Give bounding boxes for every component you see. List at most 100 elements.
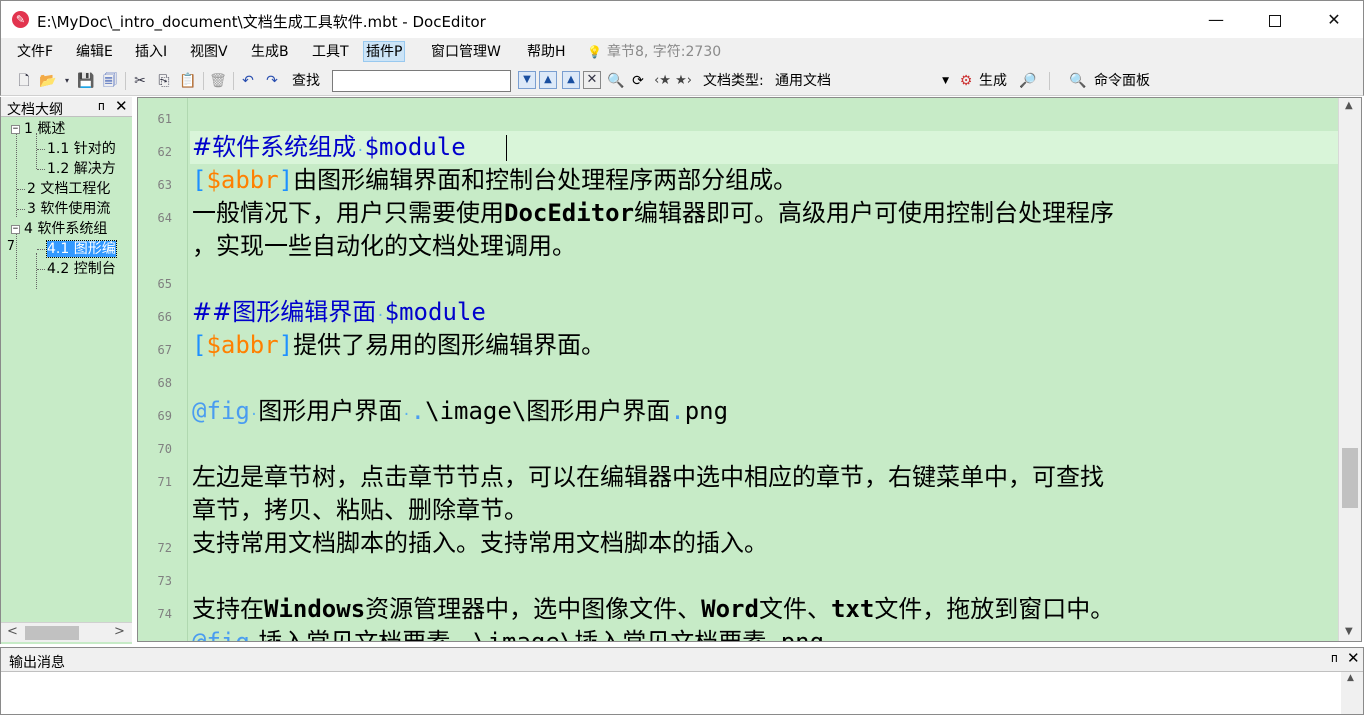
command-panel-icon[interactable]: 🔍 <box>1069 71 1087 91</box>
generate-button[interactable]: 生成 <box>979 71 1015 91</box>
outline-item[interactable]: 2 文档工程化 <box>17 179 110 199</box>
chevron-down-icon: ▼ <box>942 76 949 86</box>
search-icon[interactable]: 🔍 <box>607 71 625 91</box>
code-line-69[interactable]: @fig·图形用户界面·.\image\图形用户界面.png <box>192 395 728 432</box>
menu-view[interactable]: 视图V <box>188 42 230 63</box>
command-panel-button[interactable]: 命令面板 <box>1094 71 1164 91</box>
doctype-label: 文档类型: <box>703 73 764 89</box>
minimize-button[interactable]: — <box>1187 1 1245 39</box>
code-line-64[interactable]: 一般情况下，用户只需要使用DocEditor编辑器即可。高级用户可使用控制台处理… <box>192 197 1114 230</box>
outline-item[interactable]: 4.2 控制台 <box>37 259 116 279</box>
collapse-icon[interactable]: − <box>11 224 20 234</box>
pin-icon[interactable]: ᴨ <box>1331 651 1338 665</box>
editor-vertical-scrollbar[interactable]: ▲ ▼ <box>1338 98 1361 641</box>
doctype-value: 通用文档 <box>775 73 831 89</box>
line-number: 62 <box>157 145 172 159</box>
outline-item[interactable]: −1 概述 <box>11 119 65 139</box>
scroll-up-icon[interactable]: ▲ <box>1345 100 1353 111</box>
generate-icon[interactable]: ⚙ <box>957 71 975 91</box>
outline-item-selected[interactable]: 4.1 图形编 <box>37 239 117 259</box>
menu-help[interactable]: 帮助H <box>525 42 568 63</box>
maximize-icon <box>1269 14 1281 27</box>
outline-tree[interactable]: −1 概述 1.1 针对的 1.2 解决方 2 文档工程化 3 软件使用流 −4… <box>1 119 132 622</box>
toolbar-separator <box>1049 72 1050 90</box>
app-logo-icon: ✎ <box>12 11 29 28</box>
close-window-button[interactable]: ✕ <box>1305 1 1363 39</box>
scroll-right-icon[interactable]: > <box>114 624 125 639</box>
code-line-67[interactable]: [$abbr]提供了易用的图形编辑界面。 <box>192 329 605 362</box>
menu-file[interactable]: 文件F <box>15 42 55 63</box>
menu-tools[interactable]: 工具T <box>310 42 351 63</box>
code-line-64-wrap[interactable]: ，实现一些自动化的文档处理调用。 <box>192 230 576 263</box>
outline-item[interactable]: 1.1 针对的 <box>37 139 116 159</box>
menu-bar: 文件F 编辑E 插入I 视图V 生成B 工具T 插件P 窗口管理W 帮助H 💡 … <box>0 38 1364 66</box>
outline-title: 文档大纲 <box>7 102 63 118</box>
code-editor[interactable]: 61 62 63 64 65 66 67 68 69 70 71 72 73 7… <box>137 97 1362 642</box>
code-line-75[interactable]: @fig·插入常见文档要素·.\image\插入常见文档要素.png <box>192 626 824 641</box>
tree-guide <box>37 249 45 250</box>
menu-build[interactable]: 生成B <box>249 42 291 63</box>
close-icon[interactable]: ✕ <box>1347 649 1360 667</box>
menu-plugins[interactable]: 插件P <box>363 41 406 62</box>
save-all-icon[interactable]: 🗐 <box>101 71 119 91</box>
find-next-icon[interactable]: ▼ <box>518 71 536 89</box>
save-icon[interactable]: 💾 <box>77 71 95 91</box>
outline-horizontal-scrollbar[interactable]: < > <box>1 622 132 642</box>
output-panel: 输出消息 ᴨ ✕ ▲ <box>0 647 1364 715</box>
code-line-72[interactable]: 支持常用文档脚本的插入。支持常用文档脚本的插入。 <box>192 527 768 560</box>
redo-icon[interactable]: ↷ <box>263 71 281 91</box>
find-input[interactable] <box>332 70 511 92</box>
code-line-71-wrap[interactable]: 章节，拷贝、粘贴、删除章节。 <box>192 494 528 527</box>
open-dropdown-icon[interactable]: ▾ <box>63 71 71 91</box>
scroll-left-icon[interactable]: < <box>7 624 18 639</box>
menu-edit[interactable]: 编辑E <box>74 42 115 63</box>
code-line-63[interactable]: [$abbr]由图形编辑界面和控制台处理程序两部分组成。 <box>192 164 797 197</box>
new-file-icon[interactable]: 🗋 <box>15 71 33 91</box>
line-number: 68 <box>157 376 172 390</box>
find-prev-icon[interactable]: ▲ <box>539 71 557 89</box>
highlight-icon[interactable]: ▲ <box>562 71 580 89</box>
code-line-66[interactable]: ##图形编辑界面·$module <box>192 296 486 333</box>
outline-item[interactable]: 3 软件使用流 <box>17 199 110 219</box>
code-line-71[interactable]: 左边是章节树，点击章节节点，可以在编辑器中选中相应的章节，右键菜单中，可查找 <box>192 461 1104 494</box>
preview-icon[interactable]: 🔎 <box>1019 71 1037 91</box>
line-number: 70 <box>157 442 172 456</box>
scroll-thumb[interactable] <box>1342 448 1358 508</box>
outline-item[interactable]: 1.2 解决方 <box>37 159 116 179</box>
scroll-up-icon[interactable]: ▲ <box>1347 673 1354 683</box>
undo-icon[interactable]: ↶ <box>239 71 257 91</box>
toolbar: 🗋 📂 ▾ 💾 🗐 ✂ ⎘ 📋 🗑 ↶ ↷ 查找 ▼ ▲ ▲ ✕ 🔍 ⟳ ‹★ … <box>0 66 1364 96</box>
refresh-icon[interactable]: ⟳ <box>629 71 647 91</box>
outline-marker: 7 <box>7 239 15 254</box>
delete-icon[interactable]: 🗑 <box>209 71 227 91</box>
paste-icon[interactable]: 📋 <box>179 71 197 91</box>
line-number: 71 <box>157 475 172 489</box>
output-vertical-scrollbar[interactable]: ▲ <box>1341 672 1363 714</box>
star-nav-icon[interactable]: ‹★ ★› <box>651 71 695 91</box>
open-folder-icon[interactable]: 📂 <box>39 71 57 91</box>
scroll-down-icon[interactable]: ▼ <box>1345 626 1353 637</box>
clear-find-icon[interactable]: ✕ <box>583 71 601 89</box>
close-icon[interactable]: ✕ <box>115 97 128 115</box>
cut-icon[interactable]: ✂ <box>131 71 149 91</box>
code-line-62[interactable]: #软件系统组成·$module <box>192 131 466 168</box>
text-caret <box>506 135 507 161</box>
line-number: 66 <box>157 310 172 324</box>
maximize-button[interactable] <box>1246 1 1304 39</box>
line-number: 69 <box>157 409 172 423</box>
scroll-thumb[interactable] <box>25 626 79 640</box>
pin-icon[interactable]: ᴨ <box>98 99 105 113</box>
menu-window[interactable]: 窗口管理W <box>429 42 503 63</box>
tree-guide <box>37 149 45 150</box>
copy-icon[interactable]: ⎘ <box>155 71 173 91</box>
tree-guide <box>37 169 45 170</box>
collapse-icon[interactable]: − <box>11 124 20 134</box>
code-line-74[interactable]: 支持在Windows资源管理器中，选中图像文件、Word文件、txt文件，拖放到… <box>192 593 1114 626</box>
line-number: 65 <box>157 277 172 291</box>
toolbar-separator <box>233 72 234 90</box>
outline-item[interactable]: −4 软件系统组 <box>11 219 107 239</box>
menu-insert[interactable]: 插入I <box>133 42 169 63</box>
window-title: E:\MyDoc\_intro_document\文档生成工具软件.mbt - … <box>37 13 486 31</box>
lightbulb-icon: 💡 <box>587 45 602 59</box>
doctype-select[interactable]: 通用文档 ▼ <box>775 71 951 91</box>
